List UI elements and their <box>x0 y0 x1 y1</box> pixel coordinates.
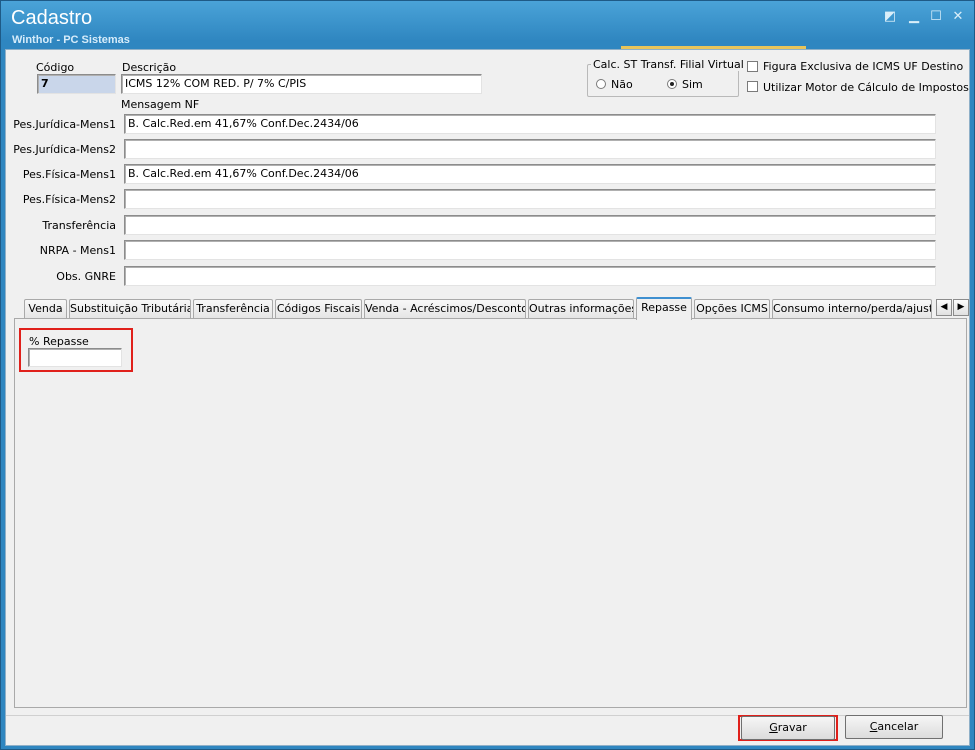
close-icon[interactable]: ✕ <box>950 10 966 24</box>
radio-sim[interactable] <box>667 79 677 89</box>
pes-fisica-mens2-label: Pes.Física-Mens2 <box>22 193 116 206</box>
pes-juridica-mens1-label: Pes.Jurídica-Mens1 <box>13 118 116 131</box>
radio-nao[interactable] <box>596 79 606 89</box>
repasse-tab-panel: % Repasse <box>14 318 967 708</box>
cancelar-label: ancelar <box>877 720 919 733</box>
cancelar-button[interactable]: Cancelar <box>845 715 943 739</box>
tab-venda[interactable]: Venda <box>24 299 67 319</box>
tab-venda-acrescimos-descontos[interactable]: Venda - Acréscimos/Descontos <box>364 299 526 319</box>
restore-icon[interactable]: ◩ <box>882 10 898 24</box>
mensagem-nf-label: Mensagem NF <box>121 98 200 111</box>
radio-sim-label[interactable]: Sim <box>682 78 703 91</box>
title-bar[interactable]: Cadastro Winthor - PC Sistemas ◩ ▁ ☐ ✕ <box>1 1 974 49</box>
maximize-icon[interactable]: ☐ <box>928 10 944 24</box>
repasse-label: % Repasse <box>29 335 89 348</box>
descricao-label: Descrição <box>122 61 177 74</box>
pes-juridica-mens1-field[interactable]: B. Calc.Red.em 41,67% Conf.Dec.2434/06 <box>124 114 936 134</box>
radio-nao-label[interactable]: Não <box>611 78 633 91</box>
figura-exclusiva-label[interactable]: Figura Exclusiva de ICMS UF Destino <box>763 60 963 73</box>
tab-scroll-right-icon[interactable]: ▶ <box>953 299 969 316</box>
nrpa-mens1-field[interactable] <box>124 240 936 260</box>
obs-gnre-label: Obs. GNRE <box>56 270 116 283</box>
repasse-field[interactable] <box>28 348 122 367</box>
pes-fisica-mens2-field[interactable] <box>124 189 936 209</box>
gravar-label: ravar <box>777 721 807 734</box>
calc-st-group-title: Calc. ST Transf. Filial Virtual <box>591 58 746 71</box>
gravar-button[interactable]: Gravar <box>741 716 835 740</box>
minimize-icon[interactable]: ▁ <box>906 10 922 24</box>
form-client-area: Código 7 Descrição ICMS 12% COM RED. P/ … <box>5 49 970 746</box>
descricao-field[interactable]: ICMS 12% COM RED. P/ 7% C/PIS <box>121 74 482 94</box>
transferencia-field[interactable] <box>124 215 936 235</box>
tab-scroll-left-icon[interactable]: ◀ <box>936 299 952 316</box>
pes-juridica-mens2-field[interactable] <box>124 139 936 159</box>
pes-juridica-mens2-label: Pes.Jurídica-Mens2 <box>13 143 116 156</box>
tab-outras-informacoes[interactable]: Outras informações <box>528 299 634 319</box>
window-title: Cadastro <box>11 7 93 29</box>
nrpa-mens1-label: NRPA - Mens1 <box>39 244 116 257</box>
window-subtitle: Winthor - PC Sistemas <box>12 34 130 46</box>
tab-substituicao-tributaria[interactable]: Substituição Tributária <box>69 299 191 319</box>
tab-codigos-fiscais[interactable]: Códigos Fiscais <box>275 299 362 319</box>
pes-fisica-mens1-field[interactable]: B. Calc.Red.em 41,67% Conf.Dec.2434/06 <box>124 164 936 184</box>
tab-transferencia[interactable]: Transferência <box>193 299 273 319</box>
figura-exclusiva-checkbox[interactable] <box>747 61 758 72</box>
tab-strip: Venda Substituição Tributária Transferên… <box>14 297 971 320</box>
gravar-accel: G <box>769 721 778 734</box>
tab-repasse[interactable]: Repasse <box>636 297 692 320</box>
obs-gnre-field[interactable] <box>124 266 936 286</box>
tab-opcoes-icms[interactable]: Opções ICMS <box>694 299 770 319</box>
cadastro-window: Cadastro Winthor - PC Sistemas ◩ ▁ ☐ ✕ C… <box>0 0 975 750</box>
utilizar-motor-checkbox[interactable] <box>747 81 758 92</box>
tab-consumo-interno[interactable]: Consumo interno/perda/ajuste <box>772 299 932 319</box>
transferencia-label: Transferência <box>42 219 116 232</box>
pes-fisica-mens1-label: Pes.Física-Mens1 <box>22 168 116 181</box>
codigo-label: Código <box>36 61 75 74</box>
codigo-field[interactable]: 7 <box>37 74 116 94</box>
utilizar-motor-label[interactable]: Utilizar Motor de Cálculo de Impostos <box>763 81 969 94</box>
